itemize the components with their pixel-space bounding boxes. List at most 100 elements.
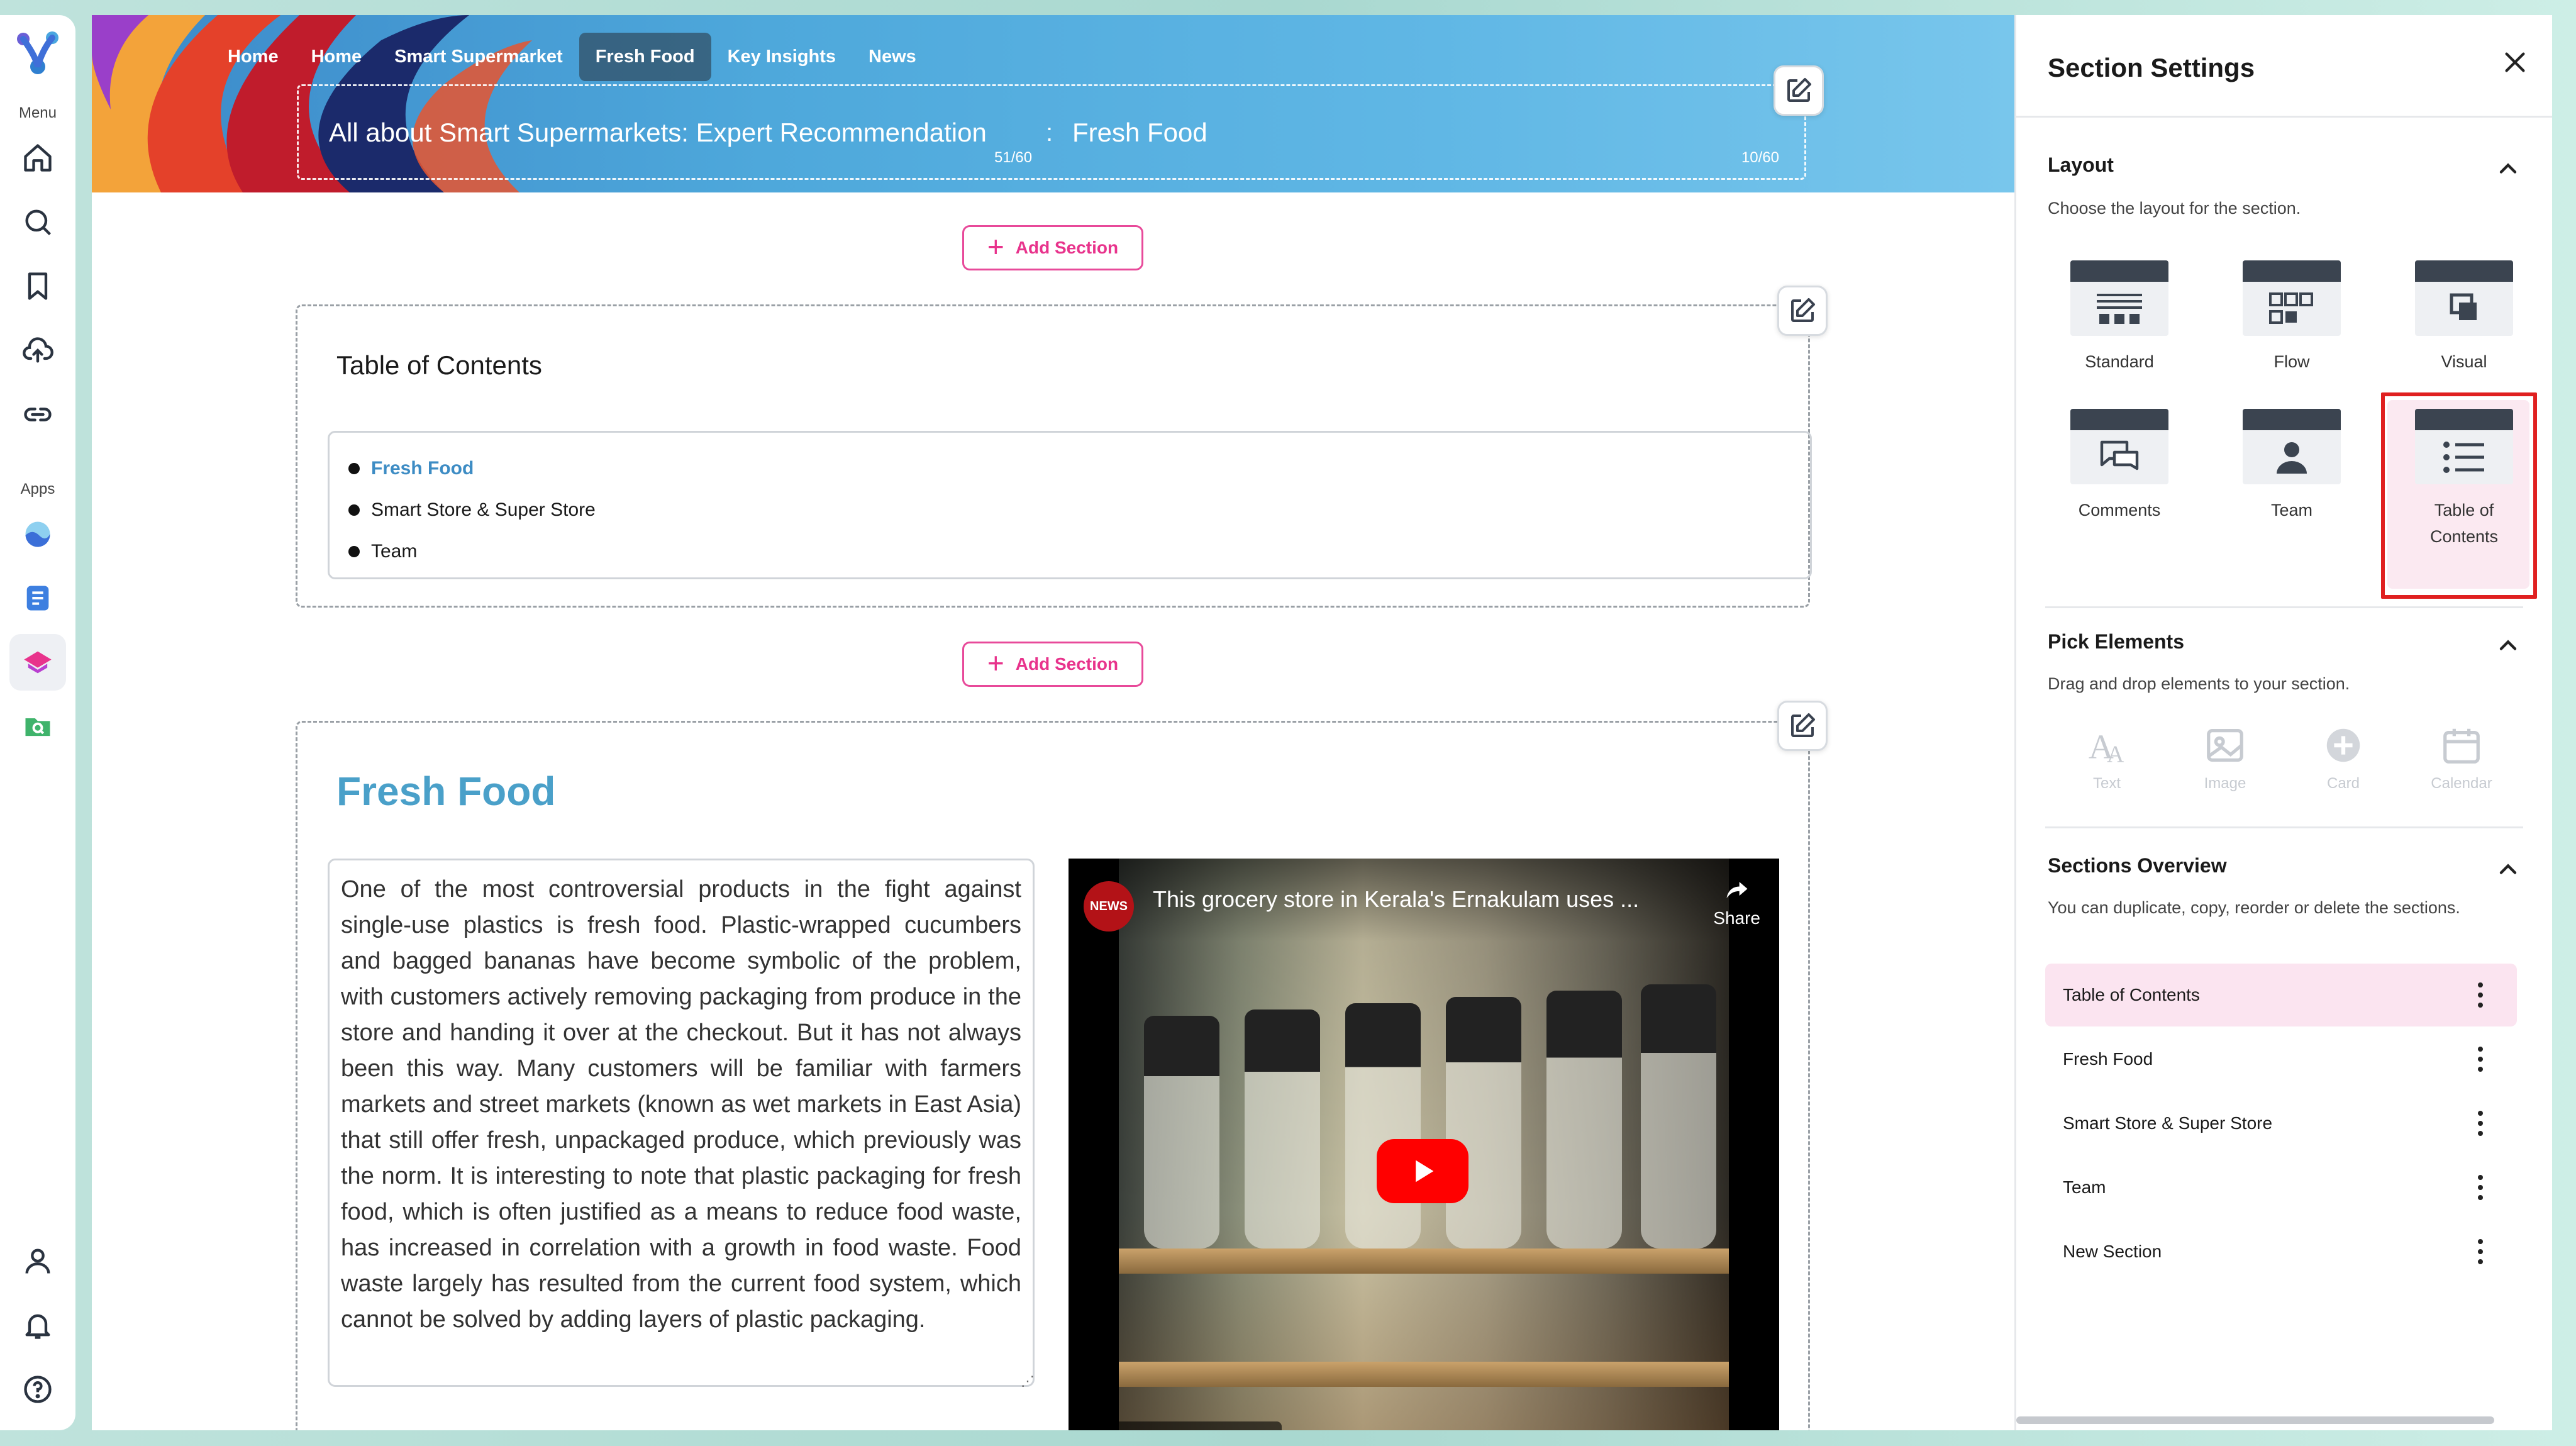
video-embed[interactable]: NEWS This grocery store in Kerala's Erna… <box>1069 859 1779 1430</box>
upload-button[interactable] <box>9 322 66 379</box>
divider <box>2045 606 2523 608</box>
share-button[interactable]: Share <box>1713 876 1760 928</box>
edit-fresh-food-button[interactable] <box>1777 701 1828 751</box>
upload-cloud-icon <box>23 337 53 363</box>
text-icon: AA <box>2089 727 2124 767</box>
profile-button[interactable] <box>9 1233 66 1289</box>
element-text[interactable]: AA Text <box>2048 723 2166 793</box>
toc-title[interactable]: Table of Contents <box>336 350 542 381</box>
element-calendar[interactable]: Calendar <box>2402 723 2521 793</box>
title-char-count: 51/60 <box>994 149 1033 166</box>
section-heading[interactable]: Fresh Food <box>336 768 555 815</box>
add-section-button[interactable]: + Add Section <box>962 225 1143 270</box>
share-icon <box>1726 882 1748 898</box>
edit-icon <box>1791 298 1815 322</box>
add-section-label: Add Section <box>1015 238 1119 257</box>
more-options-icon[interactable] <box>2478 1047 2484 1072</box>
element-image[interactable]: Image <box>2166 723 2284 793</box>
element-card[interactable]: Card <box>2284 723 2402 793</box>
nav-item-smart-supermarket[interactable]: Smart Supermarket <box>378 33 579 81</box>
menu-label: Menu <box>18 104 57 121</box>
overview-item-table-of-contents[interactable]: Table of Contents <box>2045 964 2517 1026</box>
nav-item-home-2[interactable]: Home <box>295 33 379 81</box>
layout-team-thumbnail <box>2243 409 2341 484</box>
layout-standard[interactable]: Standard <box>2044 260 2195 375</box>
layers-app-icon <box>24 651 52 674</box>
app-logo-icon[interactable] <box>11 25 65 79</box>
home-button[interactable] <box>9 130 66 186</box>
watch-on-youtube-link[interactable]: Watch on ▶ YouTube <box>1081 1421 1282 1430</box>
layout-flow[interactable]: Flow <box>2216 260 2367 375</box>
page-title[interactable]: All about Smart Supermarkets: Expert Rec… <box>329 118 987 148</box>
toc-item-fresh-food[interactable]: Fresh Food <box>348 448 596 489</box>
app-folder-search-button[interactable] <box>9 698 66 755</box>
share-label: Share <box>1713 908 1760 928</box>
app-wave-button[interactable] <box>9 506 66 562</box>
close-panel-button[interactable] <box>2493 40 2537 84</box>
overview-item-smart-store[interactable]: Smart Store & Super Store <box>2045 1092 2517 1155</box>
svg-text:A: A <box>2107 741 2124 767</box>
play-button[interactable] <box>1377 1139 1468 1203</box>
notifications-button[interactable] <box>9 1297 66 1354</box>
channel-logo[interactable]: NEWS <box>1084 881 1134 932</box>
bullet-icon <box>348 546 360 557</box>
title-separator: : <box>1046 119 1053 147</box>
banner-title-editor[interactable]: All about Smart Supermarkets: Expert Rec… <box>297 84 1806 180</box>
page-subtitle[interactable]: Fresh Food <box>1072 118 1208 148</box>
team-layout-icon <box>2277 442 2307 474</box>
document-app-icon <box>26 586 49 611</box>
breadcrumb-nav: Home Home Smart Supermarket Fresh Food K… <box>211 33 933 81</box>
bookmark-button[interactable] <box>9 258 66 314</box>
toc-list: Fresh Food Smart Store & Super Store Tea… <box>348 448 596 572</box>
more-options-icon[interactable] <box>2478 1175 2484 1200</box>
toc-list-box: Fresh Food Smart Store & Super Store Tea… <box>328 431 1812 579</box>
section-body-text[interactable]: One of the most controversial products i… <box>328 859 1035 1387</box>
overview-item-new-section[interactable]: New Section <box>2045 1220 2517 1283</box>
app-document-button[interactable] <box>9 570 66 626</box>
plus-circle-icon <box>2326 728 2360 762</box>
link-button[interactable] <box>9 386 66 443</box>
bullet-icon <box>348 463 360 474</box>
layout-comments[interactable]: Comments <box>2044 409 2195 523</box>
toc-item-smart-store[interactable]: Smart Store & Super Store <box>348 489 596 531</box>
add-section-label: Add Section <box>1015 654 1119 674</box>
jar-graphic <box>1245 1009 1320 1249</box>
fresh-food-section[interactable]: Fresh Food One of the most controversial… <box>296 721 1810 1430</box>
overview-item-fresh-food[interactable]: Fresh Food <box>2045 1028 2517 1091</box>
selected-layout-highlight <box>2381 392 2537 599</box>
jar-graphic <box>1144 1016 1219 1249</box>
edit-toc-button[interactable] <box>1777 286 1828 336</box>
plus-icon: + <box>987 647 1004 679</box>
subtitle-char-count: 10/60 <box>1741 149 1779 166</box>
layout-comments-thumbnail <box>2070 409 2168 484</box>
folder-search-app-icon <box>25 718 50 737</box>
more-options-icon[interactable] <box>2478 1111 2484 1136</box>
more-options-icon[interactable] <box>2478 1239 2484 1264</box>
add-section-button-2[interactable]: + Add Section <box>962 642 1143 687</box>
panel-horizontal-scrollbar[interactable] <box>2016 1416 2494 1424</box>
resize-handle-icon[interactable]: ⋰ <box>1021 1373 1040 1392</box>
chevron-up-icon[interactable] <box>2494 855 2522 883</box>
page-banner: Home Home Smart Supermarket Fresh Food K… <box>92 15 2014 192</box>
comments-layout-icon <box>2100 440 2139 470</box>
toc-item-team[interactable]: Team <box>348 531 596 572</box>
app-layers-button[interactable] <box>9 634 66 691</box>
shelf-graphic <box>1119 1362 1729 1387</box>
layout-flow-thumbnail <box>2243 260 2341 336</box>
nav-item-home[interactable]: Home <box>211 33 295 81</box>
help-button[interactable] <box>9 1361 66 1418</box>
overview-item-team[interactable]: Team <box>2045 1156 2517 1219</box>
nav-item-news[interactable]: News <box>852 33 933 81</box>
nav-item-fresh-food[interactable]: Fresh Food <box>579 33 711 81</box>
more-options-icon[interactable] <box>2478 982 2484 1008</box>
layout-visual[interactable]: Visual <box>2389 260 2540 375</box>
layout-team[interactable]: Team <box>2216 409 2367 523</box>
left-rail: Menu Apps <box>0 15 75 1430</box>
search-button[interactable] <box>9 194 66 250</box>
edit-banner-button[interactable] <box>1774 65 1824 116</box>
chevron-up-icon[interactable] <box>2494 631 2522 659</box>
video-title[interactable]: This grocery store in Kerala's Ernakulam… <box>1153 886 1639 913</box>
chevron-up-icon[interactable] <box>2494 155 2522 182</box>
toc-section[interactable]: Table of Contents Fresh Food Smart Store… <box>296 304 1812 608</box>
nav-item-key-insights[interactable]: Key Insights <box>711 33 852 81</box>
